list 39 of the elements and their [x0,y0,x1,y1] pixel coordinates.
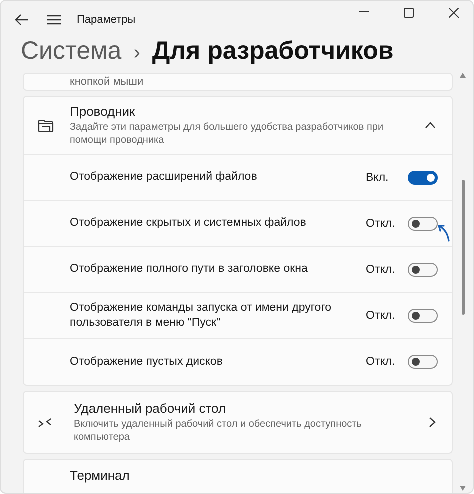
window-title: Параметры [77,14,136,26]
terminal-card[interactable]: Терминал [23,459,453,493]
toggle-switch[interactable] [408,355,438,369]
page-title: Для разработчиков [152,37,394,66]
toggle-state: Вкл. [366,172,390,184]
remote-icon [38,416,52,428]
card-description: Включить удаленный рабочий стол и обеспечить доступность компьютера [74,418,363,444]
card-description: Задайте эти параметры для большего удобства разработчиков при помощи проводника [70,121,385,147]
breadcrumb-parent[interactable]: Система [21,37,122,66]
toggle-switch[interactable] [408,308,438,322]
close-icon[interactable] [449,8,459,18]
toggle-state: Откл. [366,356,396,368]
folder-icon [38,118,54,132]
scroll-up-icon[interactable] [460,73,466,78]
annotation-arrow [437,224,450,242]
card-title: Удаленный рабочий стол [74,401,228,416]
expander-header[interactable]: Проводник Задайте эти параметры для большего удобства разработчиков при помощи проводника [24,97,452,155]
toggle-switch[interactable] [408,262,438,276]
scroll-down-icon[interactable] [460,486,466,491]
toggle-state: Откл. [366,310,396,322]
setting-label: Отображение скрытых и системных файлов [70,216,308,231]
chevron-icon[interactable] [425,122,436,129]
chevron-icon [429,417,436,428]
setting-label: Отображение пустых дисков [70,354,224,370]
card-title: Терминал [70,468,130,484]
setting-label: Отображение полного пути в заголовке окна [70,262,309,277]
setting-label: Отображение расширений файлов [70,170,258,185]
breadcrumb-separator: › [134,42,140,65]
back-icon[interactable] [15,14,29,26]
remote-desktop-card[interactable]: Удаленный рабочий стол Включить удаленный рабочий стол и обеспечить доступность компьютера [23,391,453,454]
card-title: Проводник [70,104,136,119]
toggle-switch[interactable] [408,170,438,184]
card-description: кнопкой мыши [70,76,144,88]
setting-label: Отображение команды запуска от имени другого пользователя в меню "Пуск" [70,300,333,330]
toggle-switch[interactable] [408,216,438,230]
toggle-state: Откл. [366,218,396,230]
maximize-icon[interactable] [404,8,414,18]
toggle-state: Откл. [366,264,396,276]
menu-icon[interactable] [47,15,61,25]
